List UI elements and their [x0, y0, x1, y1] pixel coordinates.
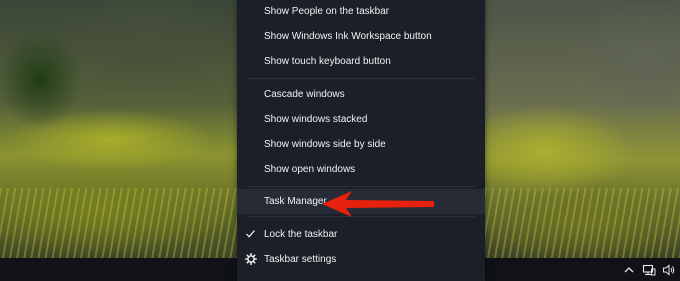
check-icon: [246, 230, 255, 238]
menu-item-label: Task Manager: [264, 196, 327, 207]
menu-item-label: Show People on the taskbar: [264, 6, 390, 17]
menu-item-show-windows-side-by-side[interactable]: Show windows side by side: [237, 132, 485, 157]
menu-item-label: Lock the taskbar: [264, 229, 338, 240]
menu-item-label: Show open windows: [264, 164, 356, 175]
network-icon[interactable]: [642, 263, 656, 277]
taskbar-context-menu: Show People on the taskbar Show Windows …: [237, 0, 485, 281]
annotation-arrow-icon: [322, 191, 434, 217]
menu-item-label: Show windows side by side: [264, 139, 386, 150]
menu-separator: [247, 186, 475, 187]
menu-item-label: Show touch keyboard button: [264, 56, 391, 67]
menu-item-show-open-windows[interactable]: Show open windows: [237, 157, 485, 182]
menu-item-show-ink-workspace[interactable]: Show Windows Ink Workspace button: [237, 24, 485, 49]
menu-item-taskbar-settings[interactable]: Taskbar settings: [237, 247, 485, 272]
desktop: Show People on the taskbar Show Windows …: [0, 0, 680, 281]
menu-item-label: Taskbar settings: [264, 254, 337, 265]
menu-item-cascade-windows[interactable]: Cascade windows: [237, 82, 485, 107]
menu-item-show-touch-keyboard[interactable]: Show touch keyboard button: [237, 49, 485, 74]
wallpaper-grass-right: [485, 188, 680, 258]
wallpaper-grass-left: [0, 188, 237, 258]
menu-item-label: Show Windows Ink Workspace button: [264, 31, 432, 42]
gear-icon: [245, 253, 257, 265]
system-tray: [622, 262, 676, 277]
menu-item-lock-taskbar[interactable]: Lock the taskbar: [237, 222, 485, 247]
chevron-up-icon[interactable]: [622, 263, 636, 277]
menu-item-label: Cascade windows: [264, 89, 345, 100]
menu-item-label: Show windows stacked: [264, 114, 368, 125]
menu-item-show-people[interactable]: Show People on the taskbar: [237, 0, 485, 24]
menu-item-show-windows-stacked[interactable]: Show windows stacked: [237, 107, 485, 132]
menu-separator: [247, 78, 475, 79]
volume-icon[interactable]: [662, 263, 676, 277]
